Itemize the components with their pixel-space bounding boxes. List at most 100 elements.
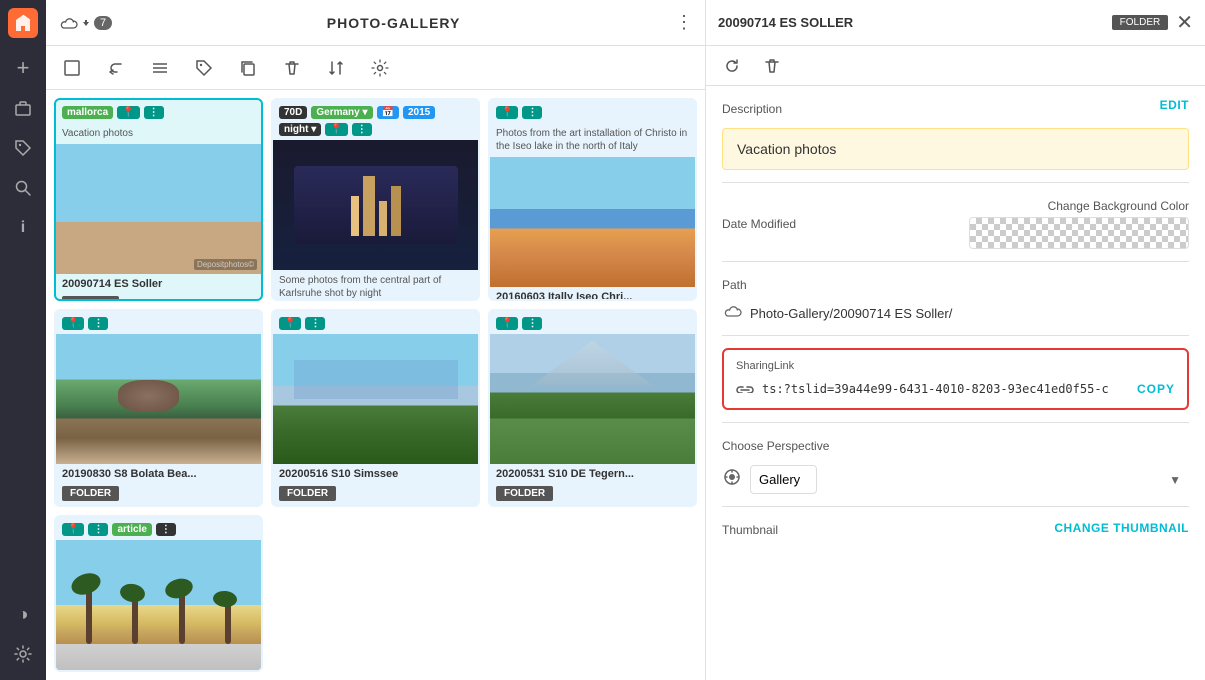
sharing-link-row: ts:?tslid=39a44e99-6431-4010-8203-93ec41… bbox=[736, 380, 1175, 398]
toolbar-tag-icon[interactable] bbox=[190, 54, 218, 82]
right-panel-content: Description EDIT Vacation photos Date Mo… bbox=[706, 86, 1205, 549]
perspective-select[interactable]: Gallery Timeline Map bbox=[750, 465, 817, 494]
folder-card-palms[interactable]: 📍 ⋮ article ⋮ bbox=[54, 515, 263, 672]
tag-night: night ▾ bbox=[279, 123, 321, 136]
folder-image-iseo bbox=[490, 157, 695, 287]
tag-location-palms: 📍 bbox=[62, 523, 84, 536]
folder-caption-soller: Vacation photos bbox=[56, 123, 261, 144]
folder-image-bolata bbox=[56, 334, 261, 464]
thumbnail-row: Thumbnail CHANGE THUMBNAIL bbox=[722, 519, 1189, 537]
right-panel: 20090714 ES SOLLER FOLDER ✕ Description … bbox=[705, 0, 1205, 680]
sidebar-item-search[interactable] bbox=[5, 170, 41, 206]
tag-more-karlsruhe: ⋮ bbox=[352, 123, 372, 136]
folder-card-soller[interactable]: mallorca 📍 ⋮ Vacation photos Depositphot… bbox=[54, 98, 263, 301]
toolbar-delete-icon[interactable] bbox=[278, 54, 306, 82]
color-picker[interactable] bbox=[969, 217, 1189, 249]
topbar-more-button[interactable]: ⋮ bbox=[675, 12, 693, 33]
folder-grid: mallorca 📍 ⋮ Vacation photos Depositphot… bbox=[46, 90, 705, 680]
tag-article: article bbox=[112, 523, 151, 536]
folder-badge-bolata: FOLDER bbox=[62, 486, 119, 501]
tag-location-simssee: 📍 bbox=[279, 317, 301, 330]
topbar-title: PHOTO-GALLERY bbox=[120, 15, 667, 31]
change-bg-label: Change Background Color bbox=[1048, 195, 1189, 213]
tag-more-iseo: ⋮ bbox=[522, 106, 542, 119]
folder-image-palms bbox=[56, 540, 261, 670]
copy-link-button[interactable]: COPY bbox=[1137, 382, 1175, 396]
main-area: 7 PHOTO-GALLERY ⋮ bbox=[46, 0, 705, 680]
thumbnail-label: Thumbnail bbox=[722, 519, 778, 537]
tag-location-iseo: 📍 bbox=[496, 106, 518, 119]
date-modified-label: Date Modified bbox=[722, 213, 796, 231]
folder-name-soller: 20090714 ES Soller bbox=[56, 274, 261, 292]
tag-more-simssee: ⋮ bbox=[305, 317, 325, 330]
toolbar-sort-icon[interactable] bbox=[322, 54, 350, 82]
folder-image-tegern bbox=[490, 334, 695, 464]
folder-badge-simssee: FOLDER bbox=[279, 486, 336, 501]
tag-location-bolata: 📍 bbox=[62, 317, 84, 330]
close-panel-button[interactable]: ✕ bbox=[1176, 10, 1193, 35]
tag-more-tegern: ⋮ bbox=[522, 317, 542, 330]
toolbar-list-icon[interactable] bbox=[146, 54, 174, 82]
sidebar-item-settings[interactable] bbox=[5, 636, 41, 672]
toolbar-settings-icon[interactable] bbox=[366, 54, 394, 82]
toolbar-select-icon[interactable] bbox=[58, 54, 86, 82]
folder-name-bolata: 20190830 S8 Bolata Bea... bbox=[56, 464, 261, 482]
folder-card-iseo[interactable]: 📍 ⋮ Photos from the art installation of … bbox=[488, 98, 697, 301]
sharing-link-box: SharingLink ts:?tslid=39a44e99-6431-4010… bbox=[722, 348, 1189, 410]
sidebar-item-info[interactable]: i bbox=[5, 210, 41, 246]
perspective-select-wrapper: Gallery Timeline Map ▼ bbox=[750, 465, 1189, 494]
right-panel-title: 20090714 ES SOLLER bbox=[718, 15, 1104, 30]
toolbar-copy-icon[interactable] bbox=[234, 54, 262, 82]
folder-image-soller: Depositphotos© bbox=[56, 144, 261, 274]
folder-name-simssee: 20200516 S10 Simssee bbox=[273, 464, 478, 482]
tag-germany: Germany ▾ bbox=[311, 106, 372, 119]
folder-caption-karlsruhe: Some photos from the central part of Kar… bbox=[273, 270, 478, 301]
right-panel-trash-button[interactable] bbox=[758, 52, 786, 80]
right-panel-toolbar bbox=[706, 46, 1205, 86]
tag-more-soller: ⋮ bbox=[144, 106, 164, 119]
topbar: 7 PHOTO-GALLERY ⋮ bbox=[46, 0, 705, 46]
folder-card-tegern[interactable]: 📍 ⋮ 20200531 S10 DE Tegern... FOLDER bbox=[488, 309, 697, 507]
path-row: Photo-Gallery/20090714 ES Soller/ bbox=[722, 304, 1189, 323]
sidebar: + i ◑ bbox=[0, 0, 46, 680]
tag-location-tegern: 📍 bbox=[496, 317, 518, 330]
select-arrow-icon: ▼ bbox=[1169, 473, 1181, 487]
folder-name-iseo: 20160603 Itally Iseo Chri... bbox=[490, 287, 695, 301]
tag-calendar: 📅 bbox=[377, 106, 399, 119]
sidebar-item-briefcase[interactable] bbox=[5, 90, 41, 126]
date-color-row: Date Modified Change Background Color bbox=[722, 195, 1189, 249]
folder-caption-iseo: Photos from the art installation of Chri… bbox=[490, 123, 695, 157]
perspective-row: Gallery Timeline Map ▼ bbox=[722, 465, 1189, 494]
topbar-badge: 7 bbox=[94, 16, 112, 30]
toolbar-return-icon[interactable] bbox=[102, 54, 130, 82]
perspective-icon bbox=[722, 467, 742, 492]
folder-card-karlsruhe[interactable]: 70D Germany ▾ 📅 2015 night ▾ 📍 ⋮ bbox=[271, 98, 480, 301]
tag-more-bolata: ⋮ bbox=[88, 317, 108, 330]
folder-image-simssee bbox=[273, 334, 478, 464]
sidebar-item-add[interactable]: + bbox=[5, 50, 41, 86]
tag-mallorca: mallorca bbox=[62, 106, 113, 119]
change-thumbnail-button[interactable]: CHANGE THUMBNAIL bbox=[1054, 521, 1189, 535]
cloud-sync[interactable]: 7 bbox=[58, 16, 112, 30]
sidebar-item-contrast[interactable]: ◑ bbox=[5, 596, 41, 632]
tag-location-soller: 📍 bbox=[117, 106, 139, 119]
tag-more-palms1: ⋮ bbox=[88, 523, 108, 536]
folder-image-karlsruhe bbox=[273, 140, 478, 270]
description-label: Description bbox=[722, 98, 782, 116]
app-logo[interactable] bbox=[8, 8, 38, 38]
right-panel-refresh-button[interactable] bbox=[718, 52, 746, 80]
choose-perspective-label: Choose Perspective bbox=[722, 435, 1189, 453]
sidebar-item-tags[interactable] bbox=[5, 130, 41, 166]
folder-card-bolata[interactable]: 📍 ⋮ 20190830 S8 Bolata Bea... FOLDER bbox=[54, 309, 263, 507]
tag-70d: 70D bbox=[279, 106, 307, 119]
description-box: Vacation photos bbox=[722, 128, 1189, 170]
sharing-link-text: ts:?tslid=39a44e99-6431-4010-8203-93ec41… bbox=[762, 382, 1129, 396]
right-panel-folder-badge: FOLDER bbox=[1112, 15, 1169, 30]
path-label: Path bbox=[722, 274, 1189, 292]
sharing-link-icon bbox=[736, 380, 754, 398]
folder-badge-tegern: FOLDER bbox=[496, 486, 553, 501]
edit-description-button[interactable]: EDIT bbox=[1160, 98, 1189, 112]
path-value: Photo-Gallery/20090714 ES Soller/ bbox=[750, 306, 952, 321]
folder-card-simssee[interactable]: 📍 ⋮ 20200516 S10 Simssee FOLDER bbox=[271, 309, 480, 507]
path-cloud-icon bbox=[722, 304, 742, 323]
